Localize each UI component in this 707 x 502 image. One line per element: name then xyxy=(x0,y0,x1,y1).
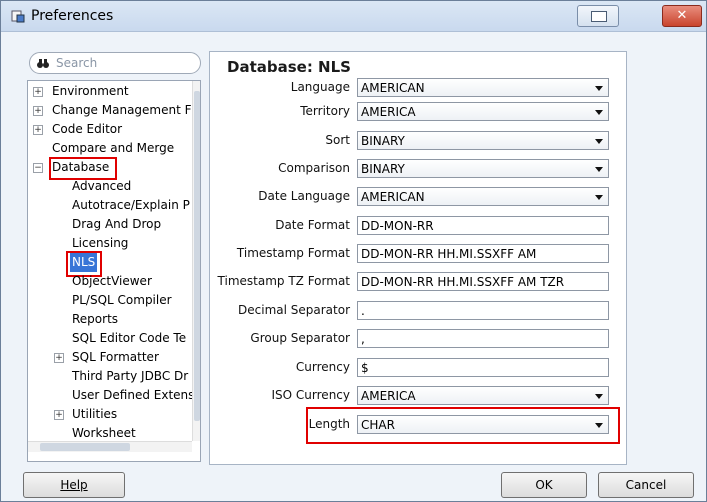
iso-currency-select[interactable]: AMERICA xyxy=(357,386,609,405)
timestamp-format-label: Timestamp Format xyxy=(236,246,350,260)
preferences-tree[interactable]: Environment + Change Management F + Code… xyxy=(27,80,201,462)
tree-item-user-defined-ext[interactable]: User Defined Extens xyxy=(72,386,194,405)
territory-select[interactable]: AMERICA xyxy=(357,102,609,121)
group-separator-label: Group Separator xyxy=(250,331,350,345)
group-separator-field[interactable]: , xyxy=(357,329,609,348)
collapse-icon[interactable]: − xyxy=(33,163,43,173)
close-icon: ✕ xyxy=(676,8,688,23)
tree-item-drag-drop[interactable]: Drag And Drop xyxy=(72,215,161,234)
date-format-label: Date Format xyxy=(275,218,350,232)
highlight-length xyxy=(306,407,620,444)
chevron-down-icon xyxy=(595,86,603,91)
tree-item-plsql-compiler[interactable]: PL/SQL Compiler xyxy=(72,291,172,310)
expand-icon[interactable]: + xyxy=(54,353,64,363)
tree-item-autotrace[interactable]: Autotrace/Explain P xyxy=(72,196,190,215)
expand-icon[interactable]: + xyxy=(54,410,64,420)
expand-icon[interactable]: + xyxy=(33,106,43,116)
search-placeholder: Search xyxy=(56,56,98,70)
tree-item-sql-formatter[interactable]: SQL Formatter xyxy=(72,348,159,367)
language-label: Language xyxy=(290,80,350,94)
tree-item-reports[interactable]: Reports xyxy=(72,310,118,329)
territory-label: Territory xyxy=(300,104,350,118)
tree-item-environment[interactable]: Environment xyxy=(52,82,129,101)
tree-item-sql-editor-code[interactable]: SQL Editor Code Te xyxy=(72,329,186,348)
window-title: Preferences xyxy=(31,8,114,24)
tree-item-code-editor[interactable]: Code Editor xyxy=(52,120,122,139)
title-bar: Preferences ✕ xyxy=(1,1,706,32)
help-button[interactable]: Help xyxy=(23,472,125,498)
tree-item-change-management[interactable]: Change Management F xyxy=(52,101,192,120)
sort-select[interactable]: BINARY xyxy=(357,131,609,150)
binoculars-icon xyxy=(37,59,49,68)
decimal-separator-label: Decimal Separator xyxy=(238,303,350,317)
dialog-body: Search Environment + Change Management F… xyxy=(1,32,706,501)
currency-field[interactable]: $ xyxy=(357,358,609,377)
language-select[interactable]: AMERICAN xyxy=(357,78,609,97)
scroll-thumb[interactable] xyxy=(194,91,200,421)
chevron-down-icon xyxy=(595,167,603,172)
chevron-down-icon xyxy=(595,394,603,399)
preferences-app-icon xyxy=(11,10,25,23)
date-format-field[interactable]: DD-MON-RR xyxy=(357,216,609,235)
chevron-down-icon xyxy=(595,110,603,115)
tree-item-utilities[interactable]: Utilities xyxy=(72,405,117,424)
decimal-separator-field[interactable]: . xyxy=(357,301,609,320)
timestamp-format-field[interactable]: DD-MON-RR HH.MI.SSXFF AM xyxy=(357,244,609,263)
expand-icon[interactable]: + xyxy=(33,87,43,97)
tree-item-third-party-jdbc[interactable]: Third Party JDBC Dr xyxy=(72,367,188,386)
tree-vertical-scrollbar[interactable] xyxy=(192,81,200,441)
timestamp-tz-format-label: Timestamp TZ Format xyxy=(217,274,350,288)
close-button[interactable]: ✕ xyxy=(662,5,702,27)
comparison-select[interactable]: BINARY xyxy=(357,159,609,178)
ok-button[interactable]: OK xyxy=(501,472,587,498)
page-title: Database: NLS xyxy=(227,58,351,76)
tree-item-advanced[interactable]: Advanced xyxy=(72,177,131,196)
restore-button[interactable] xyxy=(577,5,619,27)
search-input[interactable]: Search xyxy=(29,52,201,74)
chevron-down-icon xyxy=(595,139,603,144)
tree-item-objectviewer[interactable]: ObjectViewer xyxy=(72,272,152,291)
navigation-pane: Search Environment + Change Management F… xyxy=(23,52,203,462)
preferences-dialog: Preferences ✕ Search Environment + Chang… xyxy=(0,0,707,502)
date-language-label: Date Language xyxy=(258,189,350,203)
chevron-down-icon xyxy=(595,195,603,200)
iso-currency-label: ISO Currency xyxy=(271,388,350,402)
scroll-thumb[interactable] xyxy=(40,443,130,451)
cancel-button[interactable]: Cancel xyxy=(598,472,694,498)
currency-label: Currency xyxy=(295,360,350,374)
date-language-select[interactable]: AMERICAN xyxy=(357,187,609,206)
restore-icon xyxy=(591,11,607,22)
expand-icon[interactable]: + xyxy=(33,125,43,135)
comparison-label: Comparison xyxy=(278,161,350,175)
sort-label: Sort xyxy=(325,133,350,147)
tree-horizontal-scrollbar[interactable] xyxy=(28,441,192,452)
tree-item-compare-merge[interactable]: Compare and Merge xyxy=(52,139,174,158)
nls-settings-panel: Database: NLS Language AMERICAN Territor… xyxy=(209,51,627,465)
timestamp-tz-format-field[interactable]: DD-MON-RR HH.MI.SSXFF AM TZR xyxy=(357,272,609,291)
